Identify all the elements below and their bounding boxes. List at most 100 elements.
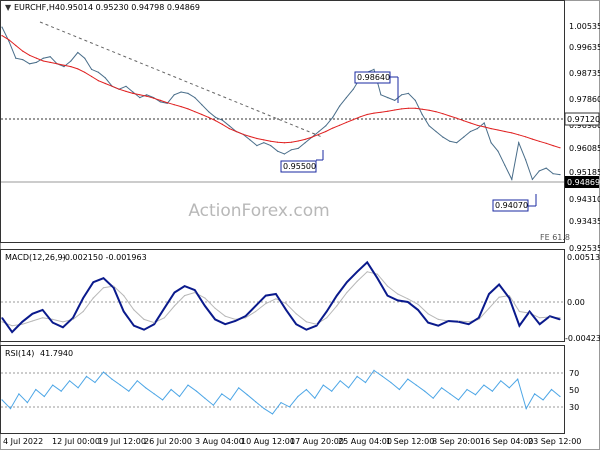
ma-point <box>208 116 210 118</box>
rsi-point <box>381 375 384 377</box>
price-point <box>559 174 561 176</box>
rsi-point <box>441 387 443 389</box>
price-point <box>483 122 485 124</box>
rsi-tick-label: 30 <box>569 403 579 412</box>
ma-point <box>380 111 382 113</box>
price-point <box>318 130 320 133</box>
ma-point <box>518 134 520 136</box>
ma-point <box>242 133 244 135</box>
ma-point <box>311 136 313 138</box>
ma-point <box>345 121 347 123</box>
rsi-point <box>85 375 88 377</box>
price-tick-label: 0.98735 <box>569 69 600 78</box>
price-point <box>490 142 492 144</box>
rsi-point <box>500 380 502 382</box>
price-tick-label: 0.92535 <box>569 244 600 253</box>
rsi-point <box>339 380 341 382</box>
ma-point <box>297 140 299 142</box>
x-tick-label: 23 Sep 12:00 <box>528 437 581 446</box>
ma-point <box>153 97 155 99</box>
rsi-point <box>390 381 392 384</box>
rsi-point <box>474 394 477 396</box>
macd-values: -0.002150 -0.001963 <box>62 253 147 262</box>
rsi-point <box>162 399 164 401</box>
price-point <box>401 94 403 96</box>
price-point <box>194 97 196 99</box>
rsi-point <box>128 390 130 392</box>
price-point <box>70 60 72 62</box>
price-point <box>518 142 520 144</box>
ma-point <box>104 82 106 85</box>
macd-signal-point <box>356 280 358 282</box>
price-point <box>297 147 299 149</box>
price-point <box>277 150 279 152</box>
macd-signal-point <box>539 317 541 319</box>
macd-signal-point <box>173 305 176 307</box>
macd-signal-point <box>234 318 236 320</box>
macd-point <box>549 315 551 317</box>
ma-point <box>270 140 272 142</box>
macd-point <box>1 317 3 319</box>
macd-point <box>295 323 297 325</box>
ma-point <box>70 66 72 68</box>
ma-point <box>318 133 320 135</box>
ma-point <box>366 113 368 116</box>
rsi-point <box>18 393 20 395</box>
ma-point <box>449 115 451 117</box>
rsi-point <box>559 395 561 398</box>
rsi-point <box>373 369 375 371</box>
macd-signal-point <box>265 302 267 305</box>
price-tick-label: 0.97860 <box>569 95 600 104</box>
macd-point <box>498 283 500 286</box>
price-point <box>525 159 527 161</box>
macd-point <box>285 309 287 311</box>
ma-point <box>511 132 513 134</box>
macd-signal-point <box>498 296 500 298</box>
ma-point <box>263 139 265 141</box>
macd-signal-point <box>11 325 13 327</box>
rsi-point <box>356 375 358 377</box>
price-point <box>91 68 93 70</box>
x-tick-label: 19 Jul 12:00 <box>98 437 146 446</box>
x-tick-label: 16 Sep 04:00 <box>480 437 533 446</box>
price-point <box>159 101 161 103</box>
rsi-point <box>322 384 324 386</box>
macd-signal-point <box>366 271 368 273</box>
macd-point <box>102 277 105 279</box>
rsi-point <box>432 397 434 399</box>
macd-point <box>113 287 115 289</box>
rsi-point <box>297 395 299 398</box>
ma-point <box>352 119 354 121</box>
price-point <box>173 94 175 96</box>
price-point <box>456 142 458 144</box>
ma-point <box>228 128 230 130</box>
macd-signal-point <box>255 310 257 313</box>
ma-point <box>304 138 306 140</box>
rsi-point <box>52 384 54 386</box>
macd-point <box>52 322 54 324</box>
price-point <box>339 105 341 107</box>
rsi-point <box>9 408 12 410</box>
ma-point <box>525 136 527 138</box>
fe-label: FE 61.8 <box>540 233 570 242</box>
macd-signal-point <box>326 317 328 319</box>
ma-point <box>63 64 65 66</box>
ma-point <box>325 130 327 133</box>
price-point <box>201 104 203 106</box>
ma-point <box>125 90 127 92</box>
macd-point <box>72 317 74 319</box>
macd-signal-point <box>224 315 226 317</box>
macd-point <box>275 293 277 295</box>
rsi-point <box>517 378 519 380</box>
price-point <box>545 167 547 169</box>
rsi-tick-label: 70 <box>569 369 579 378</box>
rsi-point <box>1 399 3 401</box>
macd-point <box>62 326 64 328</box>
rsi-point <box>153 393 155 395</box>
price-point <box>476 128 478 130</box>
price-tick-label: 1.00535 <box>569 22 600 31</box>
ma-point <box>421 108 423 110</box>
macd-point <box>427 322 429 324</box>
ma-point <box>173 104 175 106</box>
rsi-point <box>246 394 248 396</box>
